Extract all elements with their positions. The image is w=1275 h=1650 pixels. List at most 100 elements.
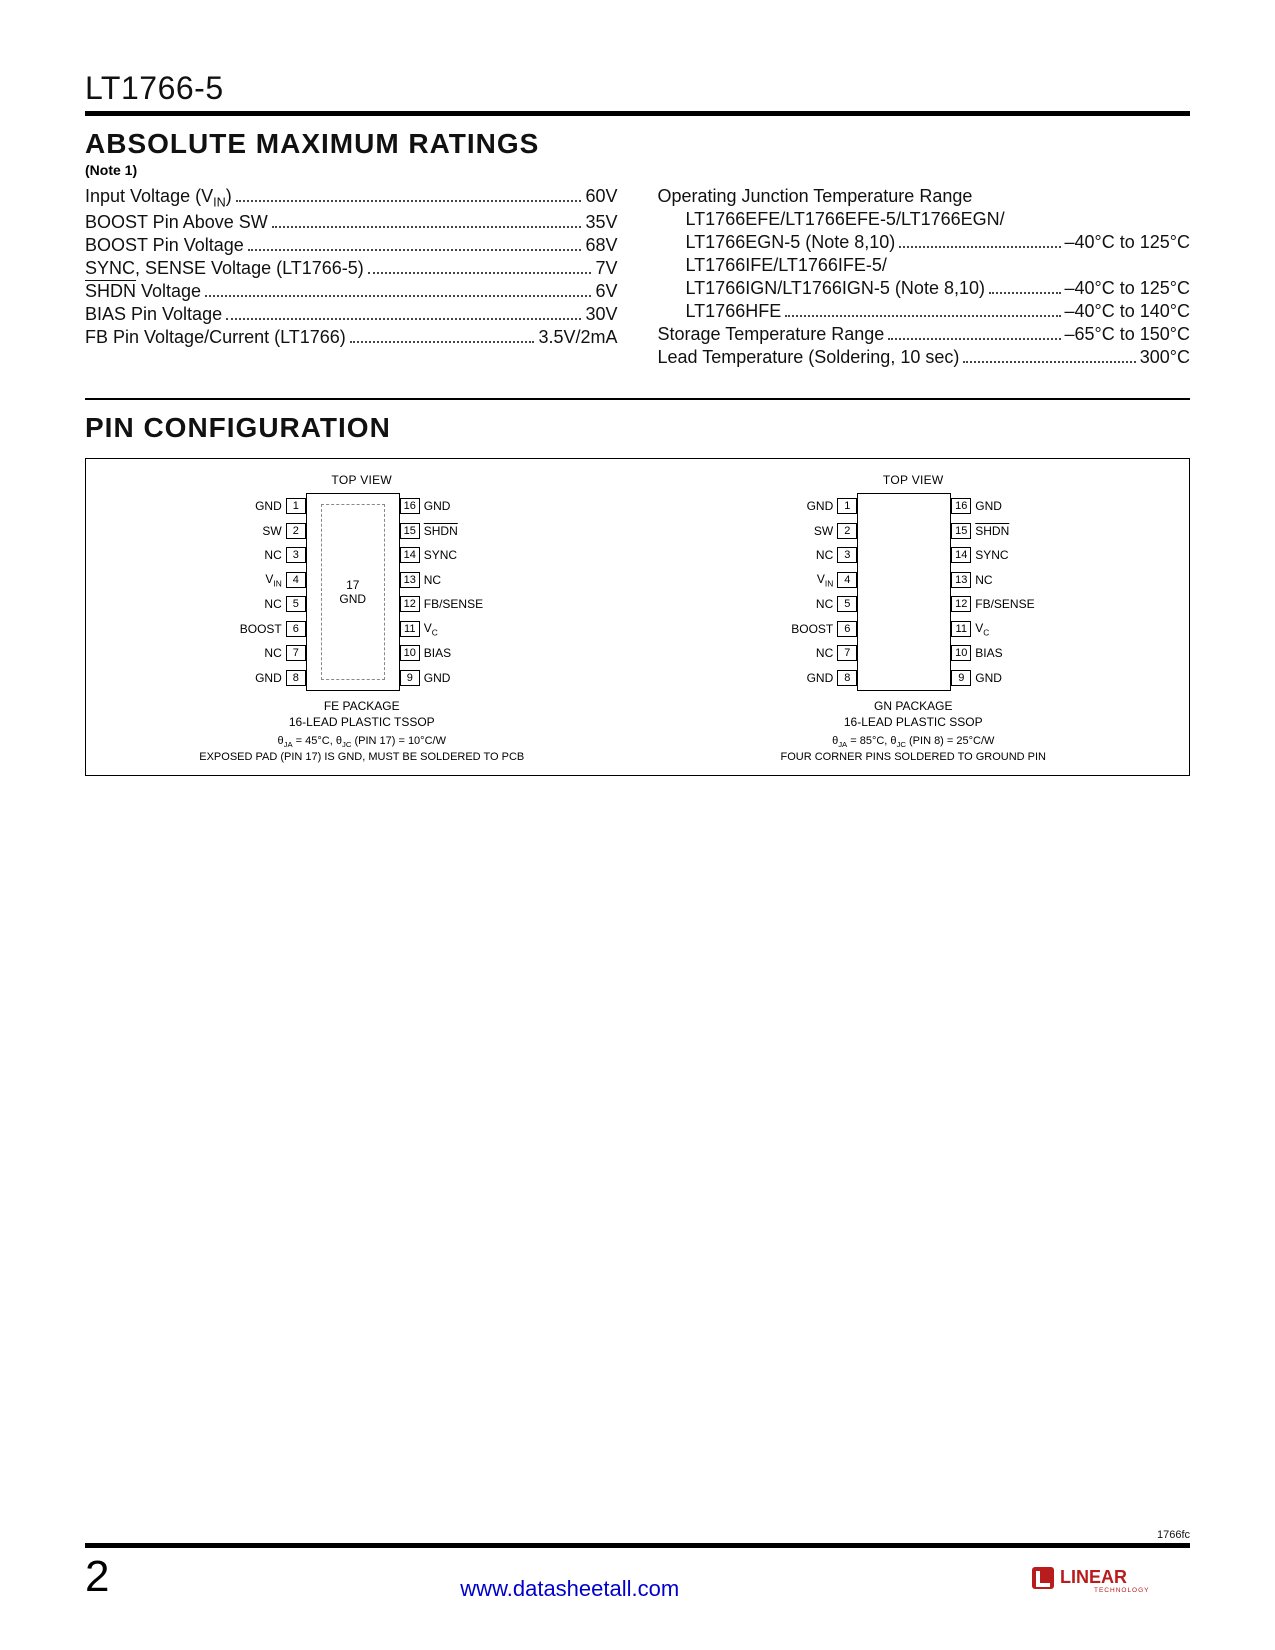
pin-number: 3 xyxy=(286,547,306,563)
pin-number: 14 xyxy=(951,547,971,563)
rating-value: 68V xyxy=(585,235,617,256)
pin: GND1 xyxy=(781,497,857,515)
rating-row: LT1766IFE/LT1766IFE-5/ xyxy=(658,255,1191,276)
pin-number: 4 xyxy=(837,572,857,588)
rating-value: 30V xyxy=(585,304,617,325)
pin: BOOST6 xyxy=(781,620,857,638)
rating-row: Operating Junction Temperature Range xyxy=(658,186,1191,207)
rating-label: Input Voltage (VIN) xyxy=(85,186,232,210)
pin-config-heading: PIN CONFIGURATION xyxy=(85,412,1190,444)
svg-text:TECHNOLOGY: TECHNOLOGY xyxy=(1094,1587,1150,1594)
rating-label: Storage Temperature Range xyxy=(658,324,885,345)
pin-label: NC xyxy=(230,646,282,660)
pin: 10BIAS xyxy=(951,644,1045,662)
pin-number: 11 xyxy=(951,621,971,637)
leader-dots xyxy=(785,315,1060,317)
package-name: FE PACKAGE16-LEAD PLASTIC TSSOP xyxy=(86,699,638,730)
rating-label: LT1766IGN/LT1766IGN-5 (Note 8,10) xyxy=(686,278,985,299)
rating-value: 6V xyxy=(595,281,617,302)
ratings-columns: Input Voltage (VIN)60VBOOST Pin Above SW… xyxy=(85,184,1190,370)
pin-label: NC xyxy=(781,597,833,611)
rating-label: LT1766EGN-5 (Note 8,10) xyxy=(686,232,896,253)
pin: 12FB/SENSE xyxy=(951,595,1045,613)
pin: SW2 xyxy=(230,522,306,540)
pin: VIN4 xyxy=(230,571,306,589)
leader-dots xyxy=(236,200,582,202)
pin: GND8 xyxy=(781,669,857,687)
pin-number: 16 xyxy=(951,498,971,514)
pin-label: NC xyxy=(781,548,833,562)
pin-label: FB/SENSE xyxy=(975,597,1045,611)
pin-label: FB/SENSE xyxy=(424,597,494,611)
rating-label: BOOST Pin Above SW xyxy=(85,212,268,233)
pin: 16GND xyxy=(400,497,494,515)
pin-number: 6 xyxy=(837,621,857,637)
thermal-note: θJA = 85°C, θJC (PIN 8) = 25°C/WFOUR COR… xyxy=(638,734,1190,764)
pin-package: TOP VIEWGND1SW2NC3VIN4NC5BOOST6NC7GND817… xyxy=(86,459,638,775)
leader-dots xyxy=(888,338,1060,340)
doc-code: 1766fc xyxy=(85,1529,1190,1541)
rating-value: –40°C to 125°C xyxy=(1065,232,1190,253)
pin-label: SW xyxy=(781,524,833,538)
thermal-note: θJA = 45°C, θJC (PIN 17) = 10°C/WEXPOSED… xyxy=(86,734,638,764)
pin: NC5 xyxy=(230,595,306,613)
pin-package: TOP VIEWGND1SW2NC3VIN4NC5BOOST6NC7GND816… xyxy=(638,459,1190,775)
rating-label: SYNC, SENSE Voltage (LT1766-5) xyxy=(85,258,364,279)
pin-number: 13 xyxy=(400,572,420,588)
rating-row: LT1766EFE/LT1766EFE-5/LT1766EGN/ xyxy=(658,209,1191,230)
pin-number: 5 xyxy=(837,596,857,612)
pin-label: GND xyxy=(975,671,1045,685)
pin: 16 GND xyxy=(951,497,1045,515)
pin: 14SYNC xyxy=(400,546,494,564)
rating-label: Operating Junction Temperature Range xyxy=(658,186,973,207)
pin: 12FB/SENSE xyxy=(400,595,494,613)
rating-value: 300°C xyxy=(1140,347,1190,368)
pin-number: 14 xyxy=(400,547,420,563)
rating-value: 35V xyxy=(585,212,617,233)
pin-number: 13 xyxy=(951,572,971,588)
pin-label: GND xyxy=(975,499,1045,513)
pin-number: 2 xyxy=(286,523,306,539)
rating-label: LT1766IFE/LT1766IFE-5/ xyxy=(686,255,887,276)
ratings-note: (Note 1) xyxy=(85,162,1190,178)
pin-number: 9 xyxy=(400,670,420,686)
pin-number: 10 xyxy=(400,645,420,661)
pin: 14SYNC xyxy=(951,546,1045,564)
section-divider xyxy=(85,398,1190,400)
rating-row: LT1766EGN-5 (Note 8,10) –40°C to 125°C xyxy=(658,232,1191,253)
pin-number: 15 xyxy=(951,523,971,539)
pin: 15SHDN xyxy=(400,522,494,540)
ratings-heading: ABSOLUTE MAXIMUM RATINGS xyxy=(85,128,1190,160)
leader-dots xyxy=(899,246,1060,248)
pin-label: VC xyxy=(424,621,494,637)
pin-label: NC xyxy=(424,573,494,587)
leader-dots xyxy=(989,292,1061,294)
datasheet-url[interactable]: www.datasheetall.com xyxy=(460,1576,679,1602)
pin: 11VC xyxy=(400,620,494,638)
rating-label: LT1766HFE xyxy=(686,301,782,322)
pin-number: 4 xyxy=(286,572,306,588)
pin-label: VIN xyxy=(781,572,833,588)
pin: GND8 xyxy=(230,669,306,687)
rating-label: BIAS Pin Voltage xyxy=(85,304,222,325)
rating-row: Input Voltage (VIN)60V xyxy=(85,186,618,210)
rating-row: SYNC, SENSE Voltage (LT1766-5)7V xyxy=(85,258,618,279)
pin-number: 10 xyxy=(951,645,971,661)
rating-row: FB Pin Voltage/Current (LT1766)3.5V/2mA xyxy=(85,327,618,348)
top-view-label: TOP VIEW xyxy=(638,473,1190,487)
rating-row: Storage Temperature Range–65°C to 150°C xyxy=(658,324,1191,345)
pin: 11VC xyxy=(951,620,1045,638)
pin: NC3 xyxy=(781,546,857,564)
pin: NC7 xyxy=(781,644,857,662)
pin: 15SHDN xyxy=(951,522,1045,540)
rating-row: LT1766IGN/LT1766IGN-5 (Note 8,10)–40°C t… xyxy=(658,278,1191,299)
pin: 9 GND xyxy=(951,669,1045,687)
pin-label: BIAS xyxy=(424,646,494,660)
pin-number: 9 xyxy=(951,670,971,686)
leader-dots xyxy=(248,249,582,251)
pin: 10 BIAS xyxy=(400,644,494,662)
page-footer: 1766fc 2 www.datasheetall.com LINEAR TEC… xyxy=(85,1529,1190,1602)
pin-label: GND xyxy=(230,499,282,513)
pin-label: VIN xyxy=(230,572,282,588)
pin-label: NC xyxy=(230,597,282,611)
